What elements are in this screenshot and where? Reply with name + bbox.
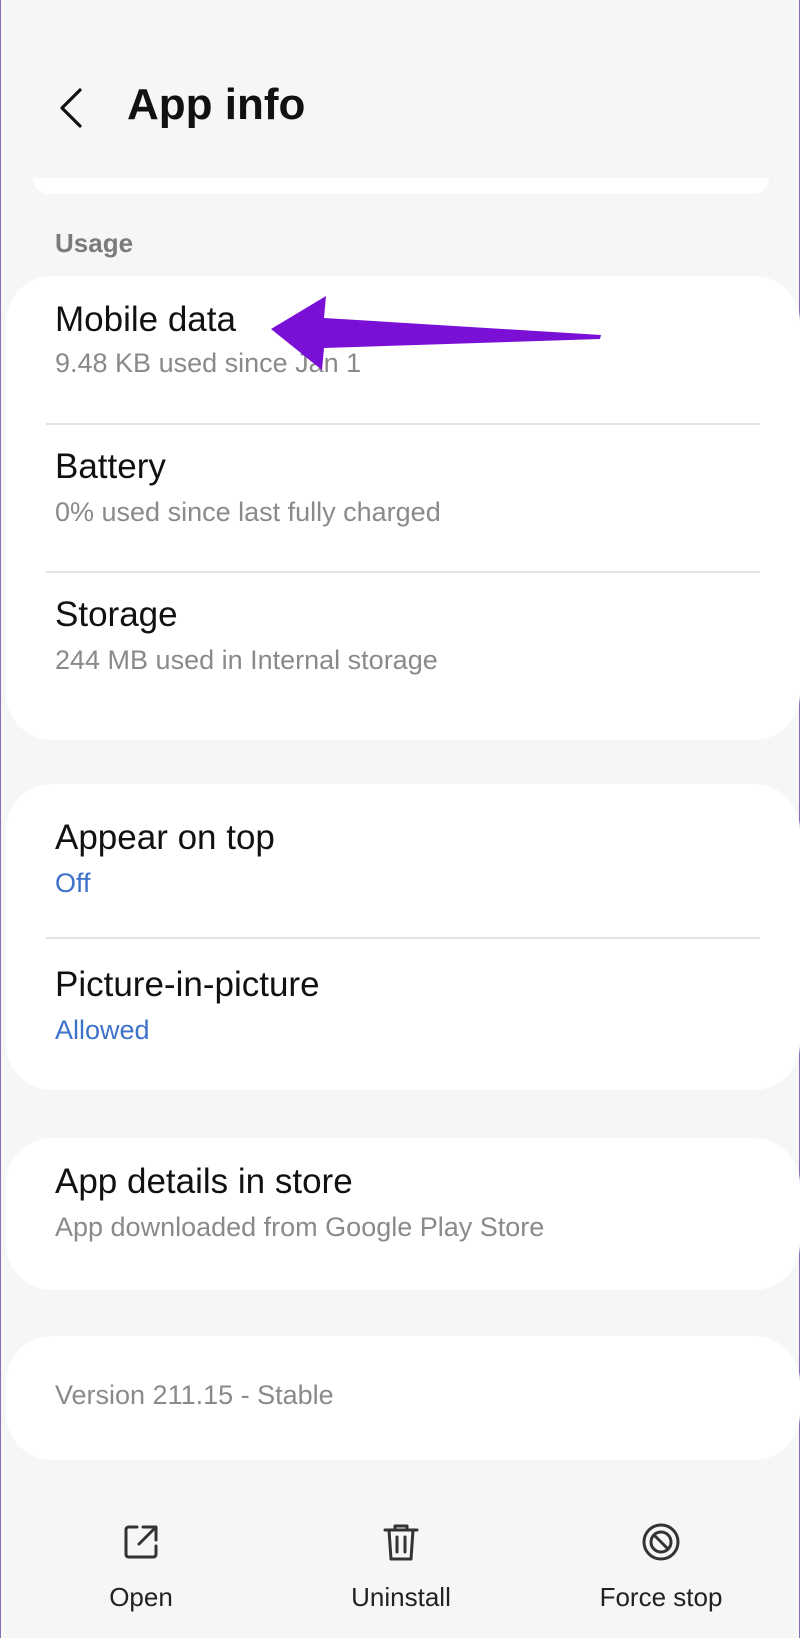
item-value: Allowed: [55, 1015, 150, 1045]
usage-card: Mobile data 9.48 KB used since Jan 1 Bat…: [6, 276, 800, 740]
trash-icon: [383, 1524, 419, 1561]
collapsed-card-edge: [33, 178, 769, 194]
item-subtitle: 0% used since last fully charged: [55, 497, 441, 527]
battery-item[interactable]: Battery 0% used since last fully charged: [6, 425, 800, 573]
item-value: Off: [55, 868, 91, 898]
app-bar: App info: [1, 58, 800, 158]
open-label: Open: [109, 1582, 173, 1612]
permissions-card: Appear on top Off Picture-in-picture All…: [6, 784, 800, 1090]
item-title: Picture-in-picture: [55, 965, 320, 1004]
item-subtitle: App downloaded from Google Play Store: [55, 1212, 545, 1242]
block-icon: [642, 1523, 680, 1561]
item-subtitle: 9.48 KB used since Jan 1: [55, 348, 362, 378]
item-title: App details in store: [55, 1162, 353, 1201]
item-title: Appear on top: [55, 818, 275, 857]
item-title: Mobile data: [55, 300, 236, 339]
version-card: Version 211.15 - Stable: [6, 1336, 800, 1460]
version-text: Version 211.15 - Stable: [55, 1380, 334, 1410]
open-external-icon: [124, 1525, 158, 1559]
picture-in-picture-item[interactable]: Picture-in-picture Allowed: [6, 939, 800, 1090]
app-details-in-store-item[interactable]: App details in store App downloaded from…: [6, 1138, 800, 1290]
store-card: App details in store App downloaded from…: [6, 1138, 800, 1290]
force-stop-label: Force stop: [599, 1582, 723, 1612]
appear-on-top-item[interactable]: Appear on top Off: [6, 784, 800, 932]
force-stop-button[interactable]: Force stop: [551, 1500, 771, 1620]
chevron-left-icon: [60, 88, 82, 128]
item-title: Storage: [55, 595, 178, 634]
back-button[interactable]: [45, 78, 97, 138]
open-button[interactable]: Open: [31, 1500, 251, 1620]
uninstall-button[interactable]: Uninstall: [291, 1500, 511, 1620]
mobile-data-item[interactable]: Mobile data 9.48 KB used since Jan 1: [6, 276, 800, 424]
uninstall-label: Uninstall: [351, 1582, 451, 1612]
page-title: App info: [127, 80, 306, 129]
bottom-action-bar: Open Uninstall Force stop: [1, 1500, 800, 1638]
item-title: Battery: [55, 447, 166, 486]
storage-item[interactable]: Storage 244 MB used in Internal storage: [6, 573, 800, 740]
item-subtitle: 244 MB used in Internal storage: [55, 645, 438, 675]
section-label-usage: Usage: [55, 228, 134, 258]
